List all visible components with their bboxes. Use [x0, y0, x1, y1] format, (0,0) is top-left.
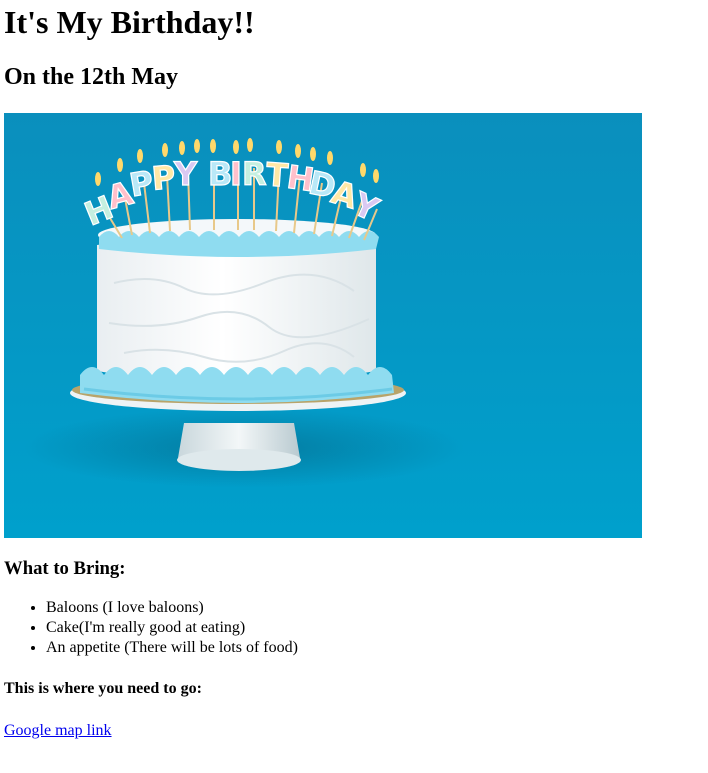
page-subtitle: On the 12th May [4, 64, 178, 90]
list-item: Baloons (I love baloons) [46, 598, 708, 618]
list-item: Cake(I'm really good at eating) [46, 618, 708, 638]
location-title: This is where you need to go: [4, 680, 202, 697]
birthday-cake-image: H A P P Y B I R T H D A Y [4, 113, 642, 538]
bring-title: What to Bring: [4, 558, 126, 579]
bring-list: Baloons (I love baloons) Cake(I'm really… [4, 598, 708, 658]
list-item: An appetite (There will be lots of food) [46, 638, 708, 658]
map-link-paragraph: Google map link [4, 721, 708, 741]
svg-text:R: R [242, 155, 267, 193]
svg-text:Y: Y [173, 155, 198, 193]
google-map-link[interactable]: Google map link [4, 722, 112, 739]
page-content: It's My Birthday!! On the 12th May H A P… [0, 0, 708, 741]
svg-text:B: B [208, 155, 232, 193]
svg-text:P: P [150, 158, 177, 198]
page-title: It's My Birthday!! [4, 4, 255, 40]
svg-text:I: I [230, 155, 242, 193]
